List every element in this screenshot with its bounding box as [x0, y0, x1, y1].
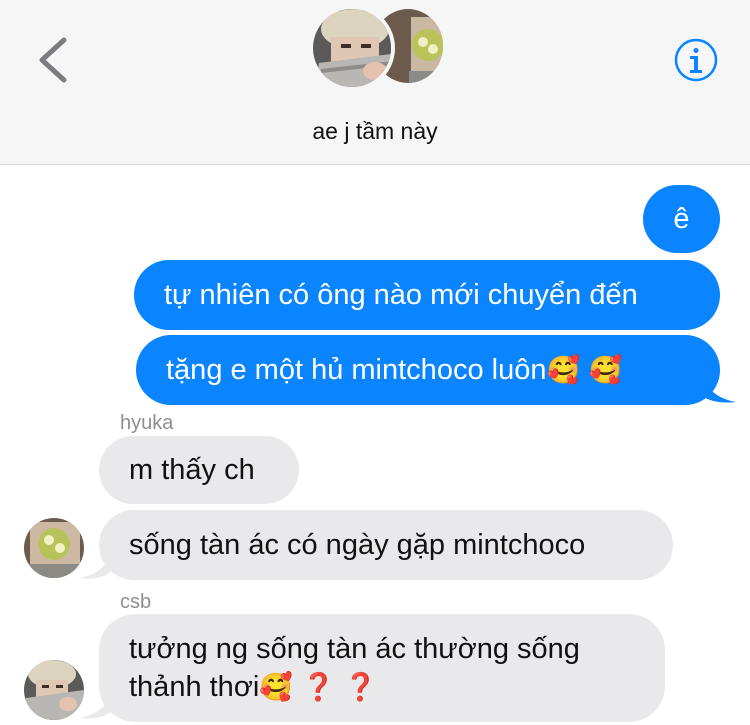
bubble-tail: [80, 690, 112, 719]
sender-name: csb: [120, 591, 152, 613]
message-text: tưởng ng sống tàn ác thường sống: [129, 633, 580, 665]
incoming-message[interactable]: tưởng ng sống tàn ác thường sống thảnh t…: [99, 614, 665, 722]
incoming-message[interactable]: sống tàn ác có ngày gặp mintchoco: [99, 510, 673, 580]
message-text: thảnh thơi: [129, 671, 260, 703]
sender-name: hyuka: [120, 412, 174, 434]
emoji: 🥰 🥰: [546, 355, 623, 386]
bubble-tail: [700, 368, 736, 403]
chat-header: ae j tầm này: [0, 0, 750, 165]
member-avatar: [309, 5, 395, 91]
message-text: tặng e một hủ mintchoco luôn: [166, 354, 547, 386]
info-icon[interactable]: [673, 37, 719, 83]
message-text: sống tàn ác có ngày gặp mintchoco: [129, 529, 586, 561]
outgoing-message[interactable]: ê: [643, 185, 720, 253]
group-name[interactable]: ae j tầm này: [0, 118, 750, 145]
message-text: ê: [673, 203, 690, 235]
emoji: 🥰 ❓ ❓: [259, 672, 378, 703]
message-text: m thấy ch: [129, 454, 255, 486]
outgoing-message[interactable]: tặng e một hủ mintchoco luôn🥰 🥰: [136, 335, 720, 405]
bubble-tail: [80, 550, 112, 579]
outgoing-message[interactable]: tự nhiên có ông nào mới chuyển đến: [134, 260, 720, 330]
chevron-left-icon[interactable]: [34, 36, 74, 84]
avatar[interactable]: [24, 660, 84, 720]
message-text: tự nhiên có ông nào mới chuyển đến: [164, 279, 638, 311]
group-avatar[interactable]: [309, 5, 447, 91]
avatar[interactable]: [24, 518, 84, 578]
incoming-message[interactable]: m thấy ch: [99, 436, 299, 504]
